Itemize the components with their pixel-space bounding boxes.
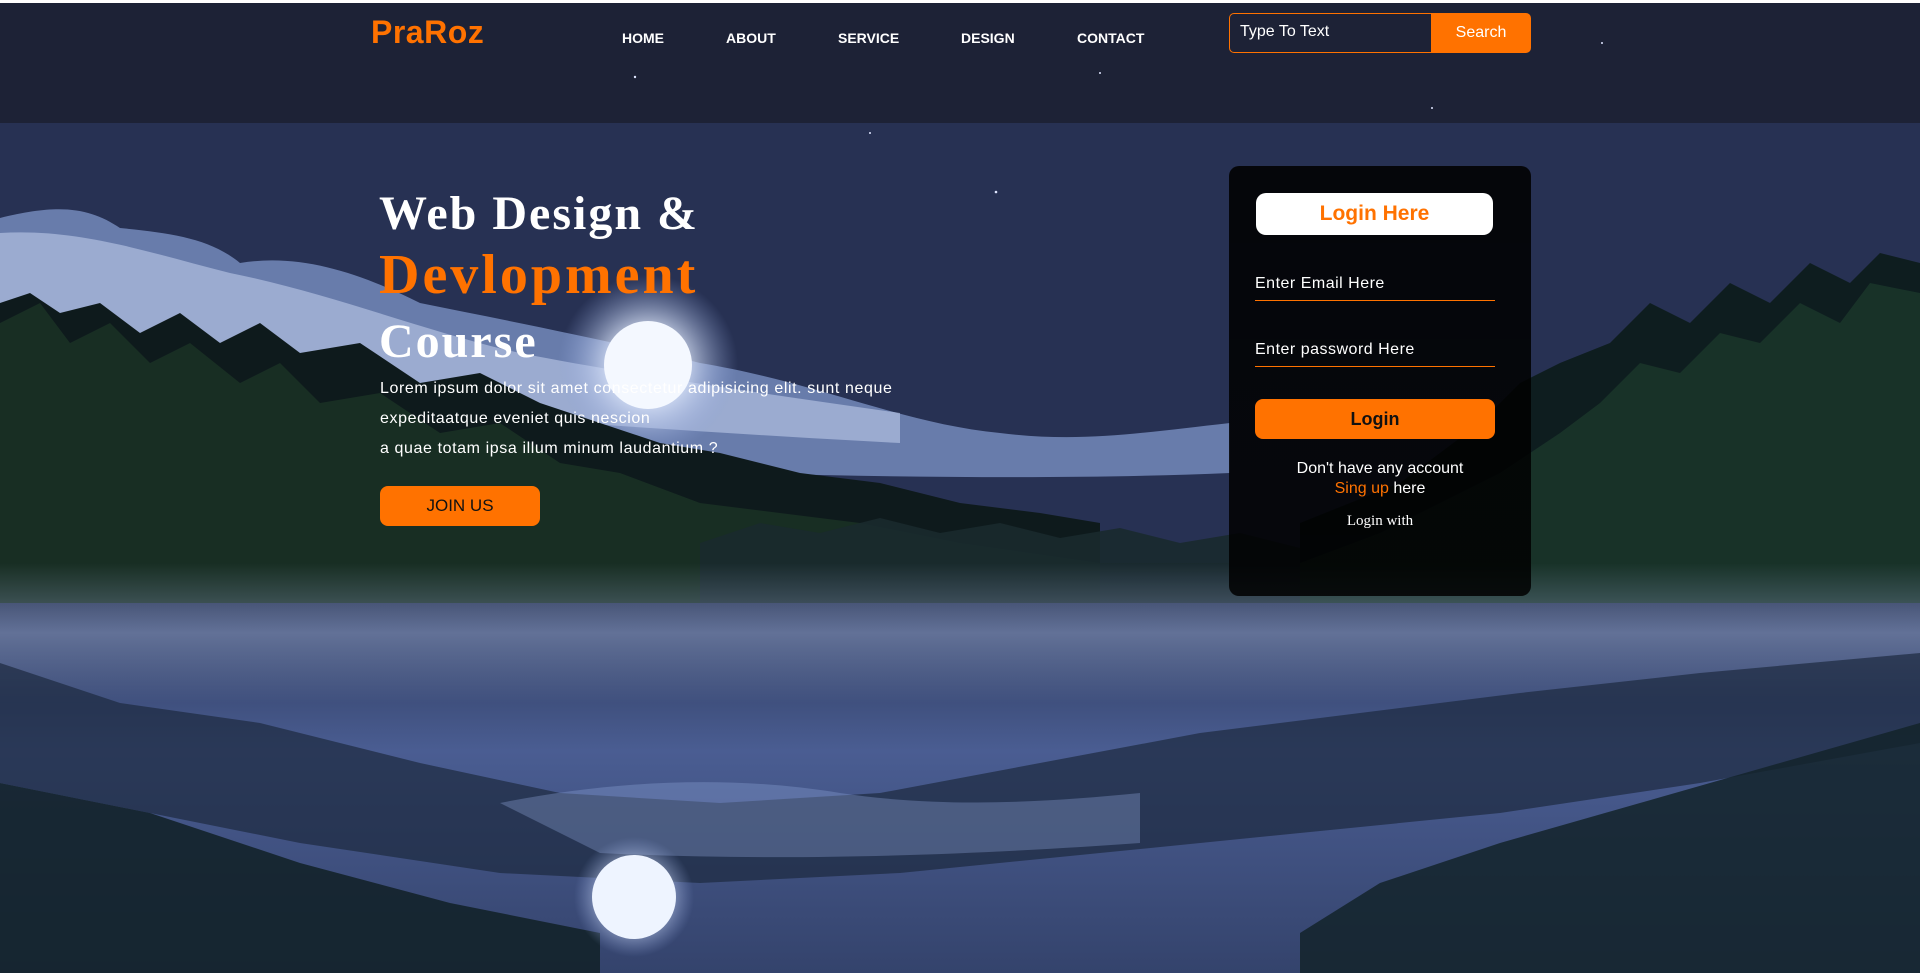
login-title: Login Here <box>1256 193 1493 235</box>
nav-item-about[interactable]: ABOUT <box>726 30 776 46</box>
brand-logo[interactable]: PraRoz <box>371 14 484 51</box>
search-button[interactable]: Search <box>1431 13 1531 53</box>
nav-item-design[interactable]: DESIGN <box>961 30 1015 46</box>
login-button[interactable]: Login <box>1255 399 1495 439</box>
hero-headline-line2: Devlopment <box>379 244 699 306</box>
login-with-label: Login with <box>1346 513 1414 529</box>
no-account-text: Don't have any account <box>1296 460 1464 477</box>
hero-paragraph-line: a quae totam ipsa illum minum laudantium… <box>380 440 719 457</box>
nav-item-home[interactable]: HOME <box>622 30 664 46</box>
signup-prompt: Don't have any account Sing up here <box>1229 459 1531 499</box>
login-card: Login Here Enter Email Here Enter passwo… <box>1229 166 1531 596</box>
hero-headline-line3: Course <box>379 315 538 368</box>
hero-paragraph-line: expeditaatque eveniet quis nescion <box>380 410 651 427</box>
hero-background <box>0 3 1920 973</box>
night-lake-scene-image <box>0 3 1920 973</box>
nav-item-service[interactable]: SERVICE <box>838 30 899 46</box>
join-us-button[interactable]: JOIN US <box>380 486 540 526</box>
search-input[interactable]: Type To Text <box>1229 13 1431 53</box>
search-bar: Type To Text Search <box>1229 13 1531 53</box>
signup-suffix: here <box>1393 480 1426 497</box>
password-field[interactable]: Enter password Here <box>1255 333 1495 367</box>
email-field[interactable]: Enter Email Here <box>1255 267 1495 301</box>
hero-paragraph-line: Lorem ipsum dolor sit amet consectetur a… <box>380 380 893 397</box>
hero-paragraph: Lorem ipsum dolor sit amet consectetur a… <box>380 374 970 464</box>
signup-link[interactable]: Sing up <box>1335 480 1389 497</box>
hero-headline-line1: Web Design & <box>379 187 700 240</box>
nav-item-contact[interactable]: CONTACT <box>1077 30 1144 46</box>
